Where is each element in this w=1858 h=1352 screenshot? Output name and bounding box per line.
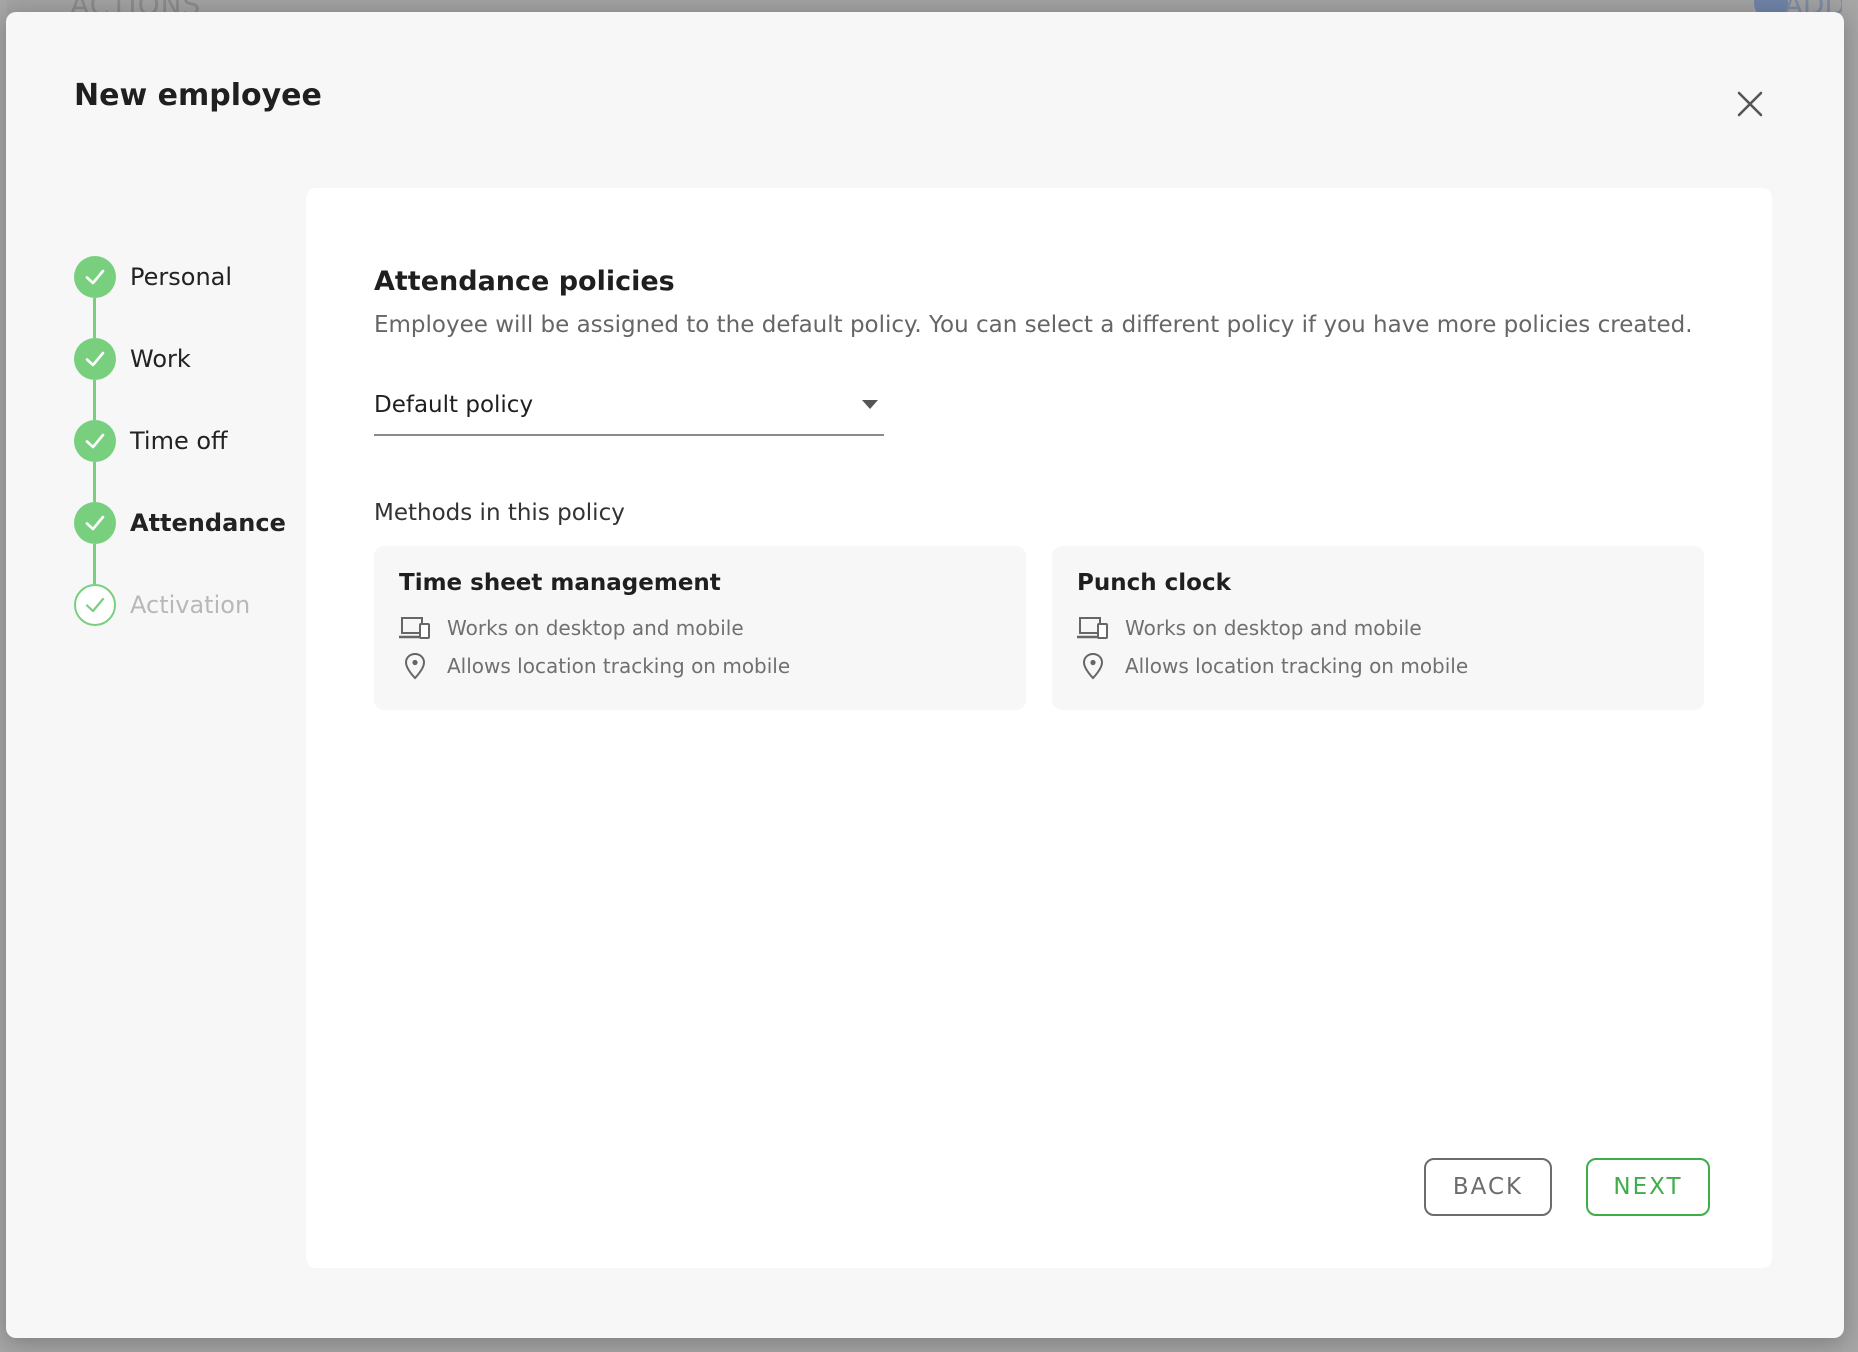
step-connector — [93, 298, 96, 338]
chevron-down-icon — [862, 400, 878, 409]
step-label: Attendance — [130, 509, 286, 537]
step-time-off: Time off — [74, 420, 314, 502]
step-personal: Personal — [74, 256, 314, 338]
new-employee-modal: New employee Personal Work Time off Atte… — [6, 12, 1844, 1338]
check-icon — [74, 584, 116, 626]
devices-icon — [399, 612, 431, 644]
location-pin-icon — [1077, 650, 1109, 682]
close-button[interactable] — [1728, 82, 1772, 126]
method-feature: Allows location tracking on mobile — [399, 650, 790, 682]
method-card-punch-clock: Punch clock Works on desktop and mobile — [1052, 546, 1704, 710]
check-icon — [74, 256, 116, 298]
step-label: Activation — [130, 591, 251, 619]
method-feature-text: Works on desktop and mobile — [447, 616, 744, 640]
method-feature-text: Allows location tracking on mobile — [1125, 654, 1469, 678]
policy-select[interactable]: Default policy — [374, 384, 884, 436]
progress-stepper: Personal Work Time off Attendance Activa… — [74, 256, 314, 666]
check-icon — [74, 502, 116, 544]
check-icon — [74, 420, 116, 462]
step-connector — [93, 544, 96, 584]
step-connector — [93, 462, 96, 502]
method-title: Time sheet management — [399, 570, 721, 596]
next-button[interactable]: NEXT — [1586, 1158, 1710, 1216]
step-label: Personal — [130, 263, 233, 291]
step-work: Work — [74, 338, 314, 420]
step-label: Time off — [130, 427, 228, 455]
methods-label: Methods in this policy — [374, 500, 625, 526]
method-feature-text: Allows location tracking on mobile — [447, 654, 791, 678]
method-feature: Works on desktop and mobile — [399, 612, 744, 644]
section-description: Employee will be assigned to the default… — [374, 312, 1693, 338]
devices-icon — [1077, 612, 1109, 644]
policy-select-value: Default policy — [374, 392, 534, 418]
background-right-edge — [1842, 0, 1858, 1352]
location-pin-icon — [399, 650, 431, 682]
check-icon — [74, 338, 116, 380]
section-title: Attendance policies — [374, 266, 675, 297]
back-button[interactable]: BACK — [1424, 1158, 1552, 1216]
step-connector — [93, 380, 96, 420]
method-feature: Works on desktop and mobile — [1077, 612, 1422, 644]
step-attendance: Attendance — [74, 502, 314, 584]
step-label: Work — [130, 345, 191, 373]
close-icon — [1737, 91, 1763, 117]
method-title: Punch clock — [1077, 570, 1231, 596]
method-card-time-sheet: Time sheet management Works on desktop a… — [374, 546, 1026, 710]
step-activation: Activation — [74, 584, 314, 666]
attendance-card: Attendance policies Employee will be ass… — [306, 188, 1772, 1268]
method-feature: Allows location tracking on mobile — [1077, 650, 1468, 682]
modal-title: New employee — [74, 78, 322, 113]
method-feature-text: Works on desktop and mobile — [1125, 616, 1422, 640]
